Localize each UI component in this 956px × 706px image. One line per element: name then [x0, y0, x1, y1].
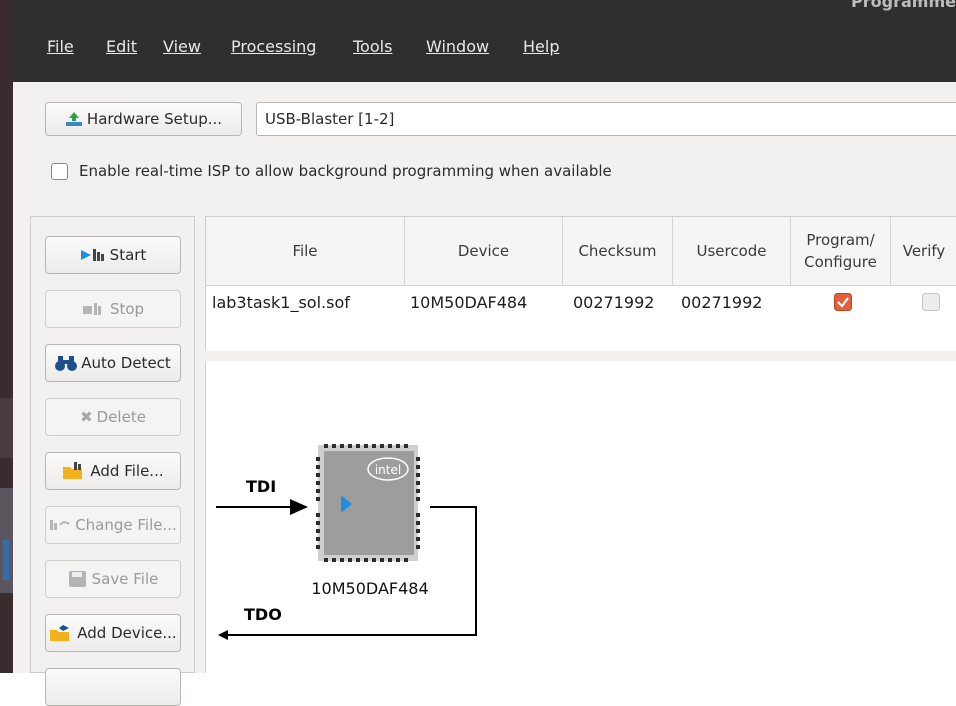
title-bar: Programme — [13, 0, 956, 12]
menu-window[interactable]: Window — [426, 37, 489, 56]
column-device[interactable]: Device — [405, 217, 563, 285]
intel-logo: intel — [375, 463, 401, 477]
delete-icon: ✖ — [80, 408, 93, 426]
hardware-setup-label: Hardware Setup... — [86, 110, 223, 128]
menu-edit[interactable]: Edit — [106, 37, 137, 56]
jtag-chain-svg: TDI TDO intel 10M50DAF484 — [216, 444, 477, 640]
row-file: lab3task1_sol.sof — [212, 292, 350, 312]
menu-file[interactable]: File — [47, 37, 74, 56]
column-usercode[interactable]: Usercode — [673, 217, 791, 285]
hardware-select[interactable]: USB-Blaster [1-2] — [256, 102, 956, 136]
menu-bar: File Edit View Processing Tools Window H… — [13, 12, 956, 82]
change-file-button[interactable]: Change File... — [45, 506, 181, 544]
menu-processing[interactable]: Processing — [231, 37, 316, 56]
stop-icon — [82, 303, 101, 315]
fpga-chip-icon: intel — [316, 444, 420, 562]
program-configure-checkbox[interactable] — [834, 293, 852, 311]
add-device-icon — [50, 625, 70, 641]
column-verify[interactable]: Verify — [891, 217, 956, 285]
tdo-label: TDO — [244, 605, 282, 624]
jtag-chain-diagram: TDI TDO intel 10M50DAF484 — [205, 361, 956, 673]
change-file-icon — [50, 520, 70, 530]
add-file-button[interactable]: Add File... — [45, 452, 181, 490]
tdi-label: TDI — [246, 477, 276, 496]
programmer-sidebar — [30, 216, 195, 673]
hardware-select-value: USB-Blaster [1-2] — [265, 110, 395, 128]
menu-help[interactable]: Help — [523, 37, 559, 56]
tdo-arrowhead — [218, 630, 228, 640]
binoculars-icon — [55, 356, 78, 371]
menu-tools[interactable]: Tools — [353, 37, 392, 56]
add-file-icon — [63, 462, 83, 479]
column-program-configure[interactable]: Program/ Configure — [791, 217, 891, 285]
desktop-edge — [0, 0, 13, 673]
row-device: 10M50DAF484 — [410, 292, 528, 312]
save-file-icon — [68, 571, 86, 587]
save-file-button[interactable]: Save File — [45, 560, 181, 598]
hardware-setup-button[interactable]: Hardware Setup... — [45, 102, 242, 136]
device-file-table: File Device Checksum Usercode Program/ C… — [205, 216, 956, 351]
row-usercode: 00271992 — [681, 292, 763, 312]
column-checksum[interactable]: Checksum — [563, 217, 673, 285]
menu-view[interactable]: View — [163, 37, 201, 56]
more-button[interactable] — [45, 668, 181, 706]
launcher-indicator — [3, 540, 9, 580]
hardware-toolbar: Hardware Setup... USB-Blaster [1-2] Enab… — [13, 82, 956, 201]
realtime-isp-checkbox[interactable] — [51, 163, 68, 180]
verify-checkbox[interactable] — [922, 293, 940, 311]
start-button[interactable]: Start — [45, 236, 181, 274]
window-title: Programme — [851, 0, 956, 11]
delete-button[interactable]: ✖ Delete — [45, 398, 181, 436]
column-file[interactable]: File — [206, 217, 405, 285]
row-checksum: 00271992 — [573, 292, 655, 312]
auto-detect-button[interactable]: Auto Detect — [45, 344, 181, 382]
realtime-isp-label: Enable real-time ISP to allow background… — [79, 162, 612, 180]
stop-button[interactable]: Stop — [45, 290, 181, 328]
chip-device-label: 10M50DAF484 — [311, 579, 428, 598]
table-header: File Device Checksum Usercode Program/ C… — [206, 217, 956, 286]
hardware-setup-icon — [65, 112, 82, 126]
add-device-button[interactable]: Add Device... — [45, 614, 181, 652]
start-icon — [80, 249, 104, 261]
